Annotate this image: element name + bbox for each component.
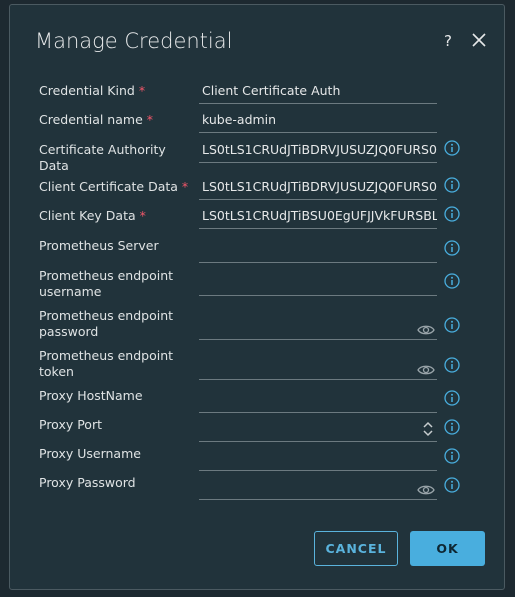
field-label: Credential name * — [39, 112, 194, 128]
field-label: Prometheus endpoint username — [39, 268, 194, 300]
show-password-icon[interactable] — [417, 321, 435, 339]
field-label: Proxy Username — [39, 446, 194, 462]
info-icon[interactable] — [444, 317, 460, 333]
field-label-text: Proxy Username — [39, 446, 141, 461]
field-label-text: Credential Kind — [39, 83, 135, 98]
info-icon[interactable] — [444, 177, 460, 193]
info-icon[interactable] — [444, 390, 460, 406]
required-marker: * — [181, 179, 189, 194]
info-icon[interactable] — [444, 140, 460, 156]
field-input[interactable] — [199, 239, 437, 263]
field-label-text: Credential name — [39, 112, 143, 127]
help-icon[interactable]: ? — [444, 32, 452, 50]
field-label-text: Certificate Authority Data — [39, 142, 166, 173]
manage-credential-dialog: Manage Credential ? Credential Kind * Clie… — [9, 4, 505, 590]
field-label: Proxy Password — [39, 475, 194, 491]
cancel-button[interactable]: CANCEL — [314, 531, 398, 566]
info-icon[interactable] — [444, 357, 460, 373]
field-input[interactable]: LS0tLS1CRUdJTiBDRVJUSUZJQ0FURS0tLS0t — [199, 176, 437, 200]
info-icon[interactable] — [444, 477, 460, 493]
field-label-text: Prometheus endpoint token — [39, 348, 174, 379]
field-label-text: Prometheus endpoint username — [39, 268, 174, 299]
field-input[interactable]: LS0tLS1CRUdJTiBSU0EgUFJJVkFURSBLRVktLS0t — [199, 205, 437, 229]
field-label-text: Proxy Password — [39, 475, 136, 490]
number-stepper-icon[interactable] — [423, 421, 433, 441]
field-input[interactable]: Client Certificate Auth — [199, 80, 437, 104]
field-label-text: Prometheus Server — [39, 238, 159, 253]
close-icon[interactable] — [471, 32, 487, 48]
field-label: Proxy Port — [39, 417, 194, 433]
field-label-text: Proxy Port — [39, 417, 102, 432]
required-marker: * — [138, 83, 146, 98]
info-icon[interactable] — [444, 419, 460, 435]
field-input[interactable] — [199, 476, 437, 500]
field-label: Prometheus endpoint password — [39, 308, 194, 340]
field-label-text: Client Key Data — [39, 208, 136, 223]
dialog-title: Manage Credential — [35, 29, 233, 53]
info-icon[interactable] — [444, 206, 460, 222]
field-input[interactable] — [199, 272, 437, 296]
field-input[interactable] — [199, 418, 437, 442]
field-input[interactable] — [199, 316, 437, 340]
info-icon[interactable] — [444, 240, 460, 256]
show-password-icon[interactable] — [417, 481, 435, 499]
field-label: Client Key Data * — [39, 208, 194, 224]
field-label: Proxy HostName — [39, 388, 194, 404]
info-icon[interactable] — [444, 448, 460, 464]
field-label: Certificate Authority Data — [39, 142, 194, 174]
ok-button[interactable]: OK — [410, 531, 485, 566]
field-input[interactable] — [199, 389, 437, 413]
field-label: Credential Kind * — [39, 83, 194, 99]
field-label: Prometheus Server — [39, 238, 194, 254]
field-label: Prometheus endpoint token — [39, 348, 194, 380]
field-label: Client Certificate Data * — [39, 179, 194, 195]
info-icon[interactable] — [444, 273, 460, 289]
field-input[interactable]: LS0tLS1CRUdJTiBDRVJUSUZJQ0FURS0tLS0t — [199, 139, 437, 163]
show-password-icon[interactable] — [417, 361, 435, 379]
field-input[interactable] — [199, 356, 437, 380]
field-label-text: Client Certificate Data — [39, 179, 178, 194]
required-marker: * — [139, 208, 146, 223]
field-label-text: Proxy HostName — [39, 388, 143, 403]
required-marker: * — [146, 112, 154, 127]
field-input[interactable]: kube-admin — [199, 109, 437, 133]
field-label-text: Prometheus endpoint password — [39, 308, 174, 339]
field-input[interactable] — [199, 447, 437, 471]
